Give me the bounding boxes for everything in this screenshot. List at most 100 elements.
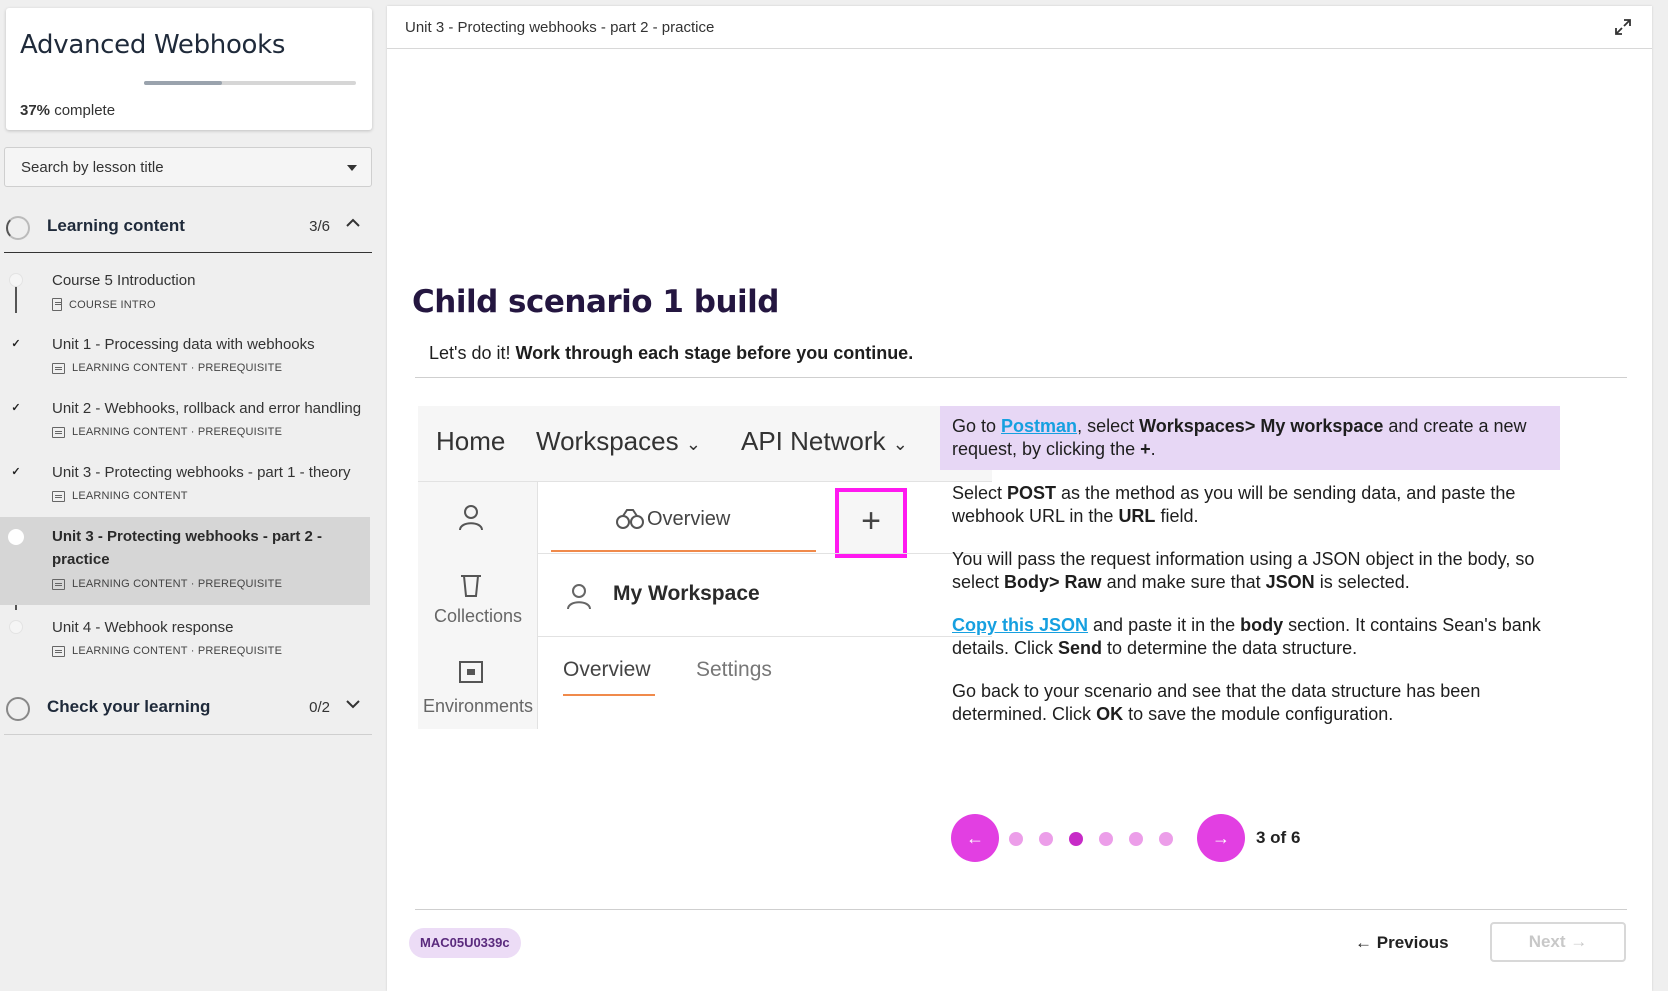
binoculars-icon bbox=[616, 509, 644, 529]
content-title: Unit 3 - Protecting webhooks - part 2 - … bbox=[405, 19, 715, 36]
arrow-right-icon: → bbox=[1565, 932, 1588, 951]
lesson-title-line2: practice bbox=[52, 551, 110, 568]
next-button[interactable]: Next → bbox=[1490, 922, 1626, 962]
page-heading: Child scenario 1 build bbox=[412, 284, 779, 320]
section-title: Check your learning bbox=[47, 697, 211, 716]
tab-underline bbox=[563, 694, 655, 696]
screenshot-label-environments: Environments bbox=[422, 696, 534, 716]
lesson-meta-text: LEARNING CONTENT · PREREQUISITE bbox=[72, 578, 283, 590]
lesson-meta: LEARNING CONTENT bbox=[52, 490, 188, 502]
environment-icon bbox=[459, 661, 483, 683]
text: to save the module configuration. bbox=[1123, 704, 1394, 724]
chevron-down-icon[interactable] bbox=[344, 695, 362, 713]
sidebar: Advanced Webhooks 37% complete Search by… bbox=[0, 0, 380, 991]
progress-fill bbox=[144, 81, 223, 85]
lesson-item[interactable]: Course 5 Introduction COURSE INTRO bbox=[0, 268, 370, 322]
screenshot-tab-overview: Overview bbox=[551, 482, 816, 552]
text: and paste it in the bbox=[1088, 615, 1241, 635]
pager-count: 3 of 6 bbox=[1256, 828, 1301, 847]
checkmark-icon: ✓ bbox=[11, 338, 21, 350]
lesson-content-panel: Unit 3 - Protecting webhooks - part 2 - … bbox=[387, 6, 1652, 991]
lesson-meta: LEARNING CONTENT · PREREQUISITE bbox=[52, 362, 282, 374]
status-not-started-icon bbox=[9, 273, 23, 287]
search-placeholder: Search by lesson title bbox=[21, 159, 164, 176]
lesson-item[interactable]: ✓ Unit 1 - Processing data with webhooks… bbox=[0, 332, 370, 386]
bold-text: Send bbox=[1058, 638, 1103, 658]
pager-dot[interactable] bbox=[1039, 832, 1053, 846]
pager-prev-button[interactable]: ← bbox=[951, 814, 999, 862]
screenshot-tab-overview-2: Overview bbox=[563, 658, 651, 681]
lesson-meta-text: LEARNING CONTENT bbox=[72, 490, 188, 502]
slides-icon bbox=[52, 645, 65, 657]
bold-text: POST bbox=[1007, 483, 1057, 503]
step-pager: ← → 3 of 6 bbox=[951, 814, 1351, 862]
lesson-item-current[interactable]: Unit 3 - Protecting webhooks - part 2 - … bbox=[0, 517, 370, 605]
lesson-title: Unit 3 - Protecting webhooks - part 2 - bbox=[52, 528, 323, 545]
screenshot-tab-settings: Settings bbox=[696, 658, 772, 681]
lesson-title: Unit 4 - Webhook response bbox=[52, 619, 234, 636]
section-check-your-learning[interactable]: Check your learning 0/2 bbox=[4, 685, 372, 735]
document-icon bbox=[52, 298, 62, 311]
text: , select bbox=[1077, 416, 1140, 436]
lesson-search-select[interactable]: Search by lesson title bbox=[4, 147, 372, 187]
lesson-item[interactable]: Unit 4 - Webhook response LEARNING CONTE… bbox=[0, 615, 370, 669]
slides-icon bbox=[52, 578, 65, 590]
checkmark-icon: ✓ bbox=[11, 402, 21, 414]
lesson-meta: LEARNING CONTENT · PREREQUISITE bbox=[52, 645, 282, 657]
chevron-down-icon: ⌄ bbox=[685, 434, 701, 454]
divider bbox=[538, 553, 992, 554]
lesson-code-badge: MAC05U0339c bbox=[409, 928, 521, 958]
pager-dot-active[interactable] bbox=[1069, 832, 1083, 846]
progress-value: 37% bbox=[20, 102, 51, 119]
trash-icon bbox=[461, 575, 481, 597]
next-label: Next bbox=[1528, 932, 1566, 951]
arrow-left-icon: ← bbox=[966, 828, 984, 848]
postman-screenshot: Home Workspaces ⌄ API Network ⌄ Collecti… bbox=[418, 406, 992, 729]
nav-label: API Network bbox=[741, 426, 886, 456]
nav-label: Workspaces bbox=[536, 426, 679, 456]
lesson-meta-text: LEARNING CONTENT · PREREQUISITE bbox=[72, 362, 283, 374]
previous-button[interactable]: ← Previous bbox=[1355, 928, 1449, 958]
lesson-meta: COURSE INTRO bbox=[52, 298, 156, 311]
slides-icon bbox=[52, 362, 65, 374]
pager-next-button[interactable]: → bbox=[1197, 814, 1245, 862]
text: Go to bbox=[952, 416, 1002, 436]
section-progress-icon bbox=[6, 216, 30, 240]
bold-text: OK bbox=[1096, 704, 1124, 724]
step-1-highlighted: Go to Postman, select Workspaces> My wor… bbox=[940, 406, 1560, 470]
pager-dot[interactable] bbox=[1159, 832, 1173, 846]
chevron-up-icon[interactable] bbox=[344, 214, 362, 232]
intro-text: Let's do it! Work through each stage bef… bbox=[429, 343, 913, 364]
text: Select bbox=[952, 483, 1008, 503]
screenshot-nav-api-network: API Network ⌄ bbox=[741, 426, 908, 457]
text: to determine the data structure. bbox=[1102, 638, 1358, 658]
section-progress-icon bbox=[6, 697, 30, 721]
screenshot-nav-home: Home bbox=[436, 426, 506, 456]
plus-icon: + bbox=[861, 502, 881, 540]
caret-down-icon bbox=[347, 165, 357, 171]
postman-link[interactable]: Postman bbox=[1001, 416, 1077, 436]
lesson-title: Course 5 Introduction bbox=[52, 272, 196, 289]
content-header: Unit 3 - Protecting webhooks - part 2 - … bbox=[387, 6, 1652, 49]
pager-dot[interactable] bbox=[1009, 832, 1023, 846]
lesson-item[interactable]: ✓ Unit 3 - Protecting webhooks - part 1 … bbox=[0, 460, 370, 514]
text: . bbox=[1150, 439, 1156, 459]
screenshot-workspace-title: My Workspace bbox=[613, 582, 760, 605]
bold-text: body bbox=[1240, 615, 1284, 635]
screenshot-topbar: Home Workspaces ⌄ API Network ⌄ bbox=[418, 406, 992, 482]
step-4: Copy this JSON and paste it in the body … bbox=[940, 614, 1560, 660]
section-count: 3/6 bbox=[309, 218, 330, 235]
pager-dot[interactable] bbox=[1129, 832, 1143, 846]
instruction-steps: Go to Postman, select Workspaces> My wor… bbox=[940, 406, 1560, 726]
expand-icon[interactable] bbox=[1614, 18, 1632, 36]
user-icon bbox=[459, 505, 483, 531]
step-2: Select POST as the method as you will be… bbox=[940, 482, 1560, 528]
copy-json-link[interactable]: Copy this JSON bbox=[952, 615, 1088, 635]
slides-icon bbox=[52, 426, 65, 438]
checkmark-icon: ✓ bbox=[11, 466, 21, 478]
pager-dot[interactable] bbox=[1099, 832, 1113, 846]
divider bbox=[415, 909, 1627, 910]
lesson-meta-text: LEARNING CONTENT · PREREQUISITE bbox=[72, 426, 283, 438]
lesson-item[interactable]: ✓ Unit 2 - Webhooks, rollback and error … bbox=[0, 396, 370, 450]
section-learning-content[interactable]: Learning content 3/6 bbox=[4, 204, 372, 253]
